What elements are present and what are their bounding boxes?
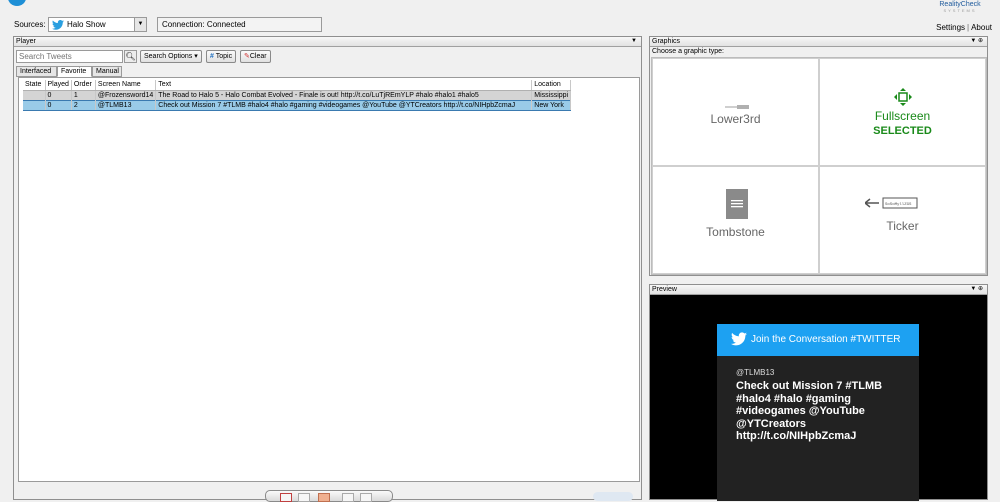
preview-panel: Preview ▼ ⊕ Join the Conversation #TWITT… [649, 284, 988, 501]
sources-dropdown[interactable]: Halo Show ▼ [48, 17, 147, 32]
stop-button[interactable] [280, 493, 292, 502]
graphic-option-lower3rd[interactable]: Lower3rd [652, 58, 819, 166]
choose-graphic-label: Choose a graphic type: [652, 48, 724, 55]
player-title-bar: Player ▼ [14, 37, 641, 47]
column-header-location[interactable]: Location [531, 80, 572, 91]
cell-location: Mississippi [531, 90, 572, 100]
cell-order: 2 [71, 99, 96, 111]
tab-manual[interactable]: Manual [92, 66, 122, 77]
cell-screen-name: @TLMB13 [95, 99, 157, 111]
pause-button[interactable] [298, 493, 310, 502]
column-header-state[interactable]: State [23, 80, 46, 91]
column-header-screen-name[interactable]: Screen Name [95, 80, 157, 91]
player-title: Player [16, 38, 36, 45]
cell-location: New York [531, 99, 572, 111]
column-header-order[interactable]: Order [71, 80, 96, 91]
preview-title: Preview [652, 286, 677, 293]
cell-state [23, 90, 46, 100]
graphics-title: Graphics [652, 38, 681, 45]
graphic-label-ticker: Ticker [886, 219, 919, 233]
selected-indicator: SELECTED [873, 125, 932, 137]
preview-title-bar: Preview ▼ ⊕ [650, 285, 987, 295]
cell-text: Check out Mission 7 #TLMB #halo4 #halo #… [155, 99, 533, 111]
twitter-bird-icon [731, 332, 747, 346]
player-panel: Player ▼ 🔍︎ Search Options ▾ # Topic ✎Cl… [13, 36, 642, 502]
panel-menu-icon[interactable]: ▼ [631, 37, 637, 46]
search-icon[interactable]: 🔍︎ [124, 50, 137, 63]
panel-menu-icon[interactable]: ▼ ⊕ [970, 37, 983, 46]
graphics-title-bar: Graphics ▼ ⊕ [650, 37, 987, 47]
topic-label: Topic [215, 53, 233, 60]
table-row[interactable]: 0 2 @TLMB13 Check out Mission 7 #TLMB #h… [23, 99, 572, 111]
graphic-option-fullscreen[interactable]: Fullscreen SELECTED [819, 58, 986, 166]
tab-interfaced[interactable]: Interfaced [16, 66, 57, 77]
graphic-label-tombstone: Tombstone [706, 225, 765, 239]
cell-order: 1 [71, 90, 96, 100]
next-button[interactable] [342, 493, 354, 502]
search-options-button[interactable]: Search Options ▾ [140, 50, 202, 63]
table-row[interactable]: 0 1 @Frozensword14 The Road to Halo 5 - … [23, 90, 572, 100]
play-button[interactable] [318, 493, 330, 502]
app-logo-icon [8, 0, 26, 6]
twitter-icon [52, 20, 64, 30]
preview-card-text: Check out Mission 7 #TLMB #halo4 #halo #… [736, 380, 883, 442]
graphic-label-fullscreen: Fullscreen [874, 109, 931, 123]
ticker-icon-text: SoSoMyllZGS [885, 202, 912, 207]
cell-screen-name: @Frozensword14 [95, 90, 157, 100]
connection-status: Connection: Connected [157, 17, 322, 32]
link-separator: | [967, 23, 970, 32]
top-bar: Sources: Halo Show ▼ Connection: Connect… [0, 0, 1000, 36]
preview-card-header: Join the Conversation #TWITTER [717, 324, 919, 356]
settings-link[interactable]: Settings [936, 23, 965, 32]
cell-played: 0 [45, 99, 72, 111]
search-input[interactable] [16, 50, 123, 63]
tweets-table: State Played Order Screen Name Text Loca… [23, 80, 572, 111]
move-arrows-icon [894, 88, 912, 106]
topic-button[interactable]: # Topic [206, 50, 237, 63]
panel-menu-icon[interactable]: ▼ ⊕ [970, 285, 983, 294]
clear-button[interactable]: ✎Clear [240, 50, 271, 63]
graphic-label-lower3rd: Lower3rd [710, 112, 761, 126]
table-header-row: State Played Order Screen Name Text Loca… [23, 80, 572, 91]
cell-played: 0 [45, 90, 72, 100]
top-links: Settings | About [936, 23, 992, 32]
sources-label: Sources: [14, 20, 46, 29]
column-header-text[interactable]: Text [155, 80, 533, 91]
ticker-icon: SoSoMyllZGS [865, 197, 918, 209]
preview-card-header-text: Join the Conversation #TWITTER [751, 334, 901, 345]
column-header-played[interactable]: Played [45, 80, 72, 91]
about-link[interactable]: About [971, 23, 992, 32]
cell-state [23, 99, 46, 111]
clear-label: Clear [249, 53, 267, 60]
graphic-option-ticker[interactable]: SoSoMyllZGS Ticker [819, 166, 986, 274]
sources-selected-value: Halo Show [67, 20, 106, 29]
graphics-panel: Graphics ▼ ⊕ Choose a graphic type: Lowe… [649, 36, 988, 276]
chevron-down-icon[interactable]: ▼ [134, 18, 146, 31]
lower3rd-icon [725, 105, 749, 109]
preview-card-user: @TLMB13 [736, 368, 775, 377]
tweets-grid[interactable]: State Played Order Screen Name Text Loca… [18, 77, 640, 482]
logo-name: RealityCheck [939, 1, 981, 8]
search-row: 🔍︎ Search Options ▾ # Topic ✎Clear [16, 50, 636, 64]
cell-text: The Road to Halo 5 - Halo Combat Evolved… [155, 90, 533, 100]
graphic-option-tombstone[interactable]: Tombstone [652, 166, 819, 274]
hashtag-icon: # [210, 53, 214, 60]
document-icon [726, 189, 748, 219]
logo-subtitle: SYSTEMS [943, 8, 977, 13]
player-footer [14, 486, 641, 502]
preview-card-body: @TLMB13 Check out Mission 7 #TLMB #halo4… [717, 356, 919, 501]
skip-button[interactable] [360, 493, 372, 502]
graphic-type-grid: Lower3rd Fullscreen SELECTED Tombstone S… [651, 57, 987, 275]
tab-favorite[interactable]: Favorite [57, 66, 92, 77]
playback-controls [265, 490, 393, 502]
company-logo: RealityCheck SYSTEMS [925, 0, 995, 13]
